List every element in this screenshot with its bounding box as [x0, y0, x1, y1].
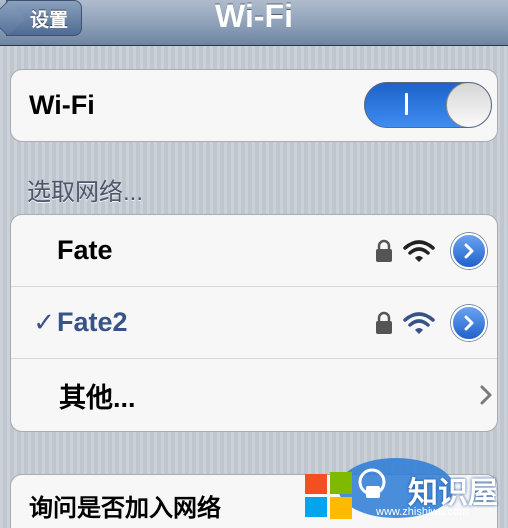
toggle-on-indicator — [405, 93, 408, 115]
network-detail-button[interactable] — [451, 305, 487, 341]
network-row-fate2[interactable]: ✓ Fate2 — [11, 287, 497, 359]
navigation-bar: 设置 Wi-Fi — [0, 0, 508, 46]
wifi-signal-icon — [403, 312, 435, 334]
watermark-logo: 知识屋 www.zhishiwu.com — [300, 452, 508, 528]
network-list: Fate ✓ Fate2 其他... — [10, 214, 498, 432]
chevron-right-icon — [480, 385, 492, 405]
wifi-toggle-group: Wi-Fi — [10, 69, 498, 142]
ask-join-label: 询问是否加入网络 — [29, 494, 221, 522]
network-row-fate[interactable]: Fate — [11, 215, 497, 287]
chevron-right-icon — [464, 315, 474, 331]
lock-icon — [376, 239, 392, 262]
network-name: Fate — [57, 235, 113, 265]
chevron-right-icon — [464, 243, 474, 259]
wifi-label: Wi-Fi — [29, 90, 95, 120]
checkmark-icon: ✓ — [33, 307, 55, 337]
wifi-toggle-row: Wi-Fi — [11, 70, 497, 141]
lock-icon — [376, 311, 392, 334]
wifi-signal-icon — [403, 240, 435, 262]
network-row-other[interactable]: 其他... — [11, 359, 497, 431]
network-detail-button[interactable] — [451, 233, 487, 269]
watermark-url: www.zhishiwu.com — [376, 506, 469, 518]
network-status-icons — [375, 287, 487, 359]
toggle-knob[interactable] — [446, 83, 491, 127]
page-title: Wi-Fi — [215, 0, 293, 34]
wifi-toggle-switch[interactable] — [364, 82, 492, 128]
network-status-icons — [375, 215, 487, 287]
other-network-label: 其他... — [59, 382, 136, 413]
section-header-choose-network: 选取网络... — [27, 179, 144, 206]
network-name: Fate2 — [57, 307, 128, 337]
